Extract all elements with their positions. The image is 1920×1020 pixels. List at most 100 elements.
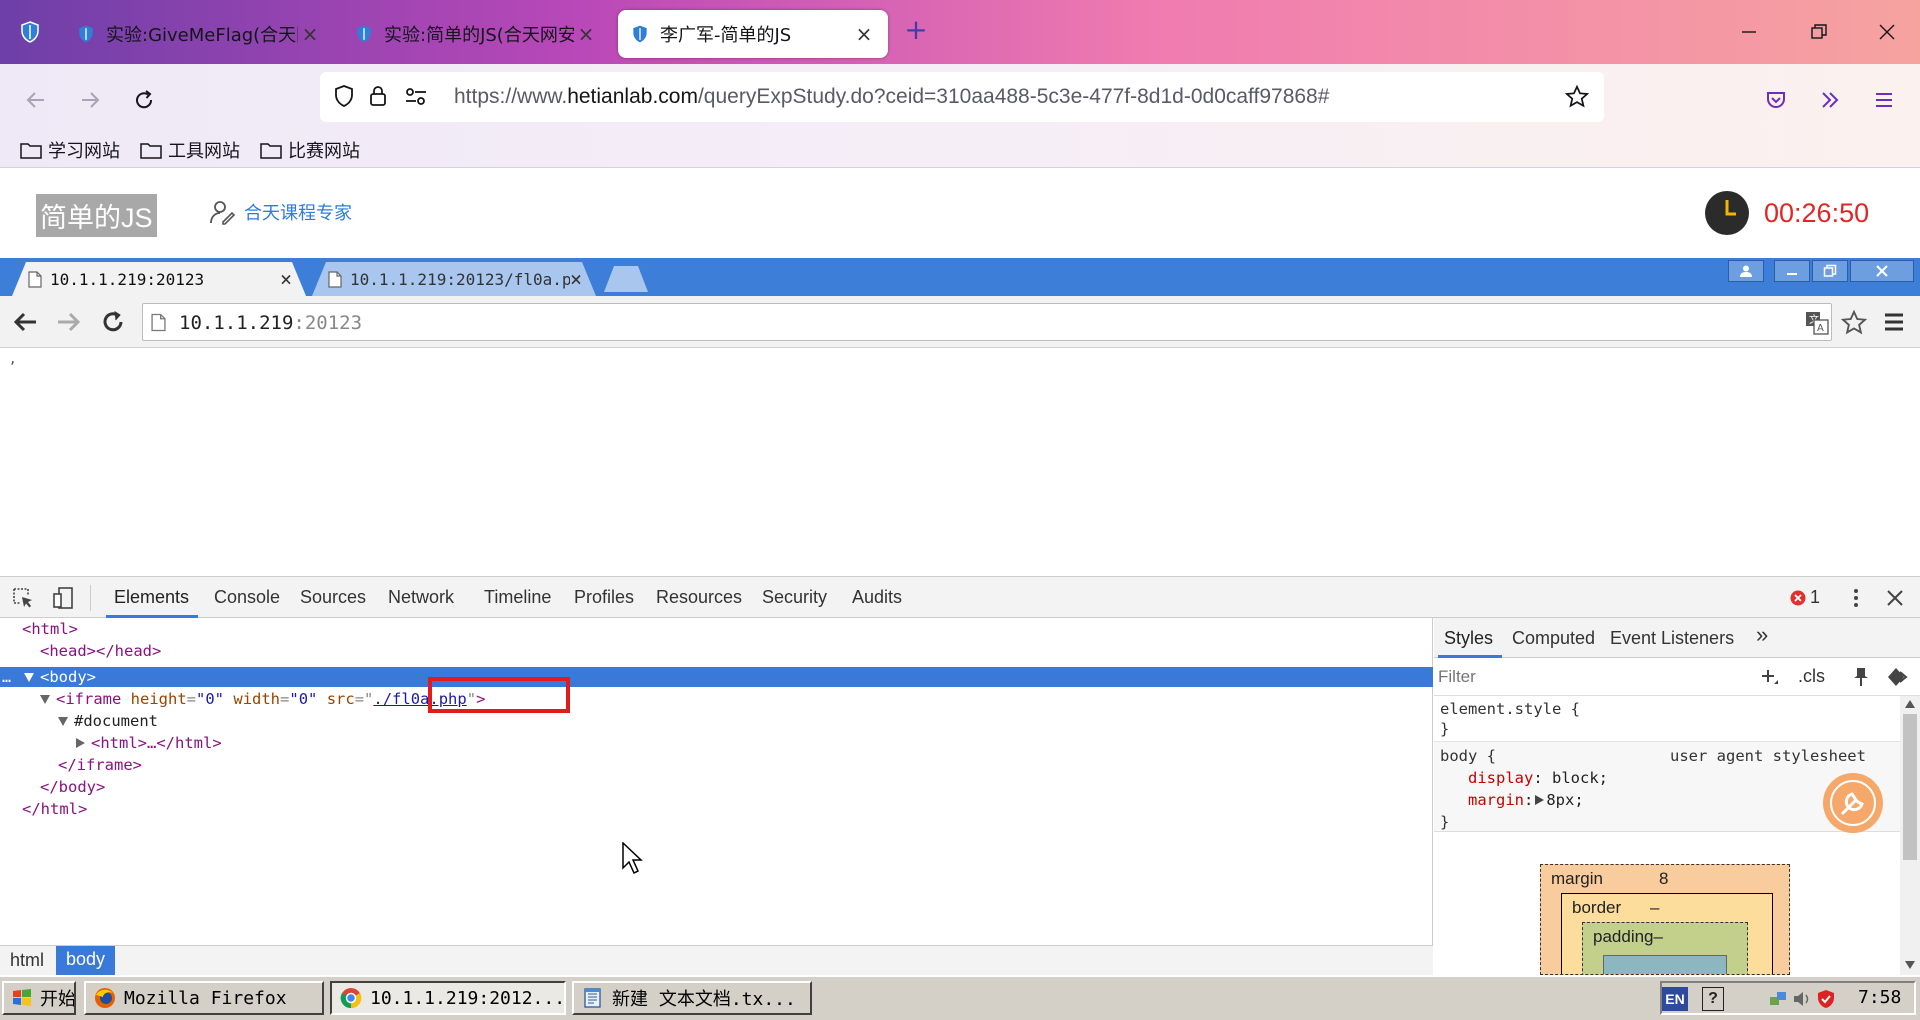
url-bar[interactable]: https://www.hetianlab.com/queryExpStudy.… xyxy=(320,72,1604,122)
breadcrumb-html[interactable]: html xyxy=(10,950,44,971)
pin-icon[interactable] xyxy=(1852,667,1870,687)
style-declaration-margin[interactable]: margin: 8px; xyxy=(1468,789,1584,811)
close-icon[interactable]: × xyxy=(280,267,292,291)
course-expert-link[interactable]: 合天课程专家 xyxy=(208,198,352,226)
dom-node-body-close[interactable]: </body> xyxy=(40,776,105,798)
devtools-tab-audits[interactable]: Audits xyxy=(852,587,902,608)
devtools-tab-timeline[interactable]: Timeline xyxy=(484,587,551,608)
computed-tab[interactable]: Computed xyxy=(1512,628,1595,649)
start-button[interactable]: 开始 xyxy=(2,981,76,1015)
dom-node-head[interactable]: <head></head> xyxy=(40,640,161,662)
back-arrow-icon[interactable] xyxy=(20,84,52,116)
firefox-tab-2[interactable]: 实验:简单的JS(合天网安实验室) × xyxy=(342,10,610,58)
translate-icon[interactable]: 文A xyxy=(1805,311,1829,335)
chrome-reload-icon[interactable] xyxy=(100,309,126,335)
new-tab-button[interactable]: + xyxy=(900,14,932,46)
new-style-rule-icon[interactable] xyxy=(1760,668,1780,688)
chrome-url-text[interactable]: 10.1.1.219:20123 xyxy=(179,312,362,334)
scrollbar-thumb[interactable] xyxy=(1903,714,1917,860)
expand-triangle-icon[interactable] xyxy=(40,695,50,704)
firefox-menu-shield-icon[interactable] xyxy=(18,20,42,44)
breadcrumb-body[interactable]: body xyxy=(56,946,116,975)
firefox-tab-1[interactable]: 实验:GiveMeFlag(合天网安实验 × xyxy=(64,10,334,58)
more-tabs-chevron-icon[interactable]: » xyxy=(1756,622,1768,648)
expand-triangle-icon[interactable] xyxy=(58,717,68,726)
firefox-tab-3-active[interactable]: 李广军-简单的JS × xyxy=(618,10,888,58)
tracking-protection-shield-icon[interactable] xyxy=(332,84,356,108)
dom-node-iframe-close[interactable]: </iframe> xyxy=(58,754,142,776)
bookmark-folder-tools[interactable]: 工具网站 xyxy=(140,135,240,165)
reload-icon[interactable] xyxy=(128,84,160,116)
chrome-bookmark-star-icon[interactable] xyxy=(1840,309,1868,337)
speaker-tray-icon[interactable] xyxy=(1792,989,1812,1009)
box-model-content[interactable] xyxy=(1603,955,1727,974)
chrome-menu-icon[interactable] xyxy=(1882,310,1906,334)
close-window-button[interactable] xyxy=(1862,14,1912,50)
close-icon[interactable]: × xyxy=(852,22,876,46)
style-rule-element[interactable]: element.style { } xyxy=(1434,696,1900,742)
close-icon[interactable]: × xyxy=(570,267,582,291)
language-indicator[interactable]: EN xyxy=(1662,987,1688,1011)
profile-icon[interactable] xyxy=(1728,260,1764,282)
scroll-down-arrow-icon[interactable] xyxy=(1905,961,1915,969)
expand-triangle-icon[interactable] xyxy=(24,673,34,682)
expand-triangle-icon[interactable] xyxy=(1535,795,1545,805)
devtools-tab-console[interactable]: Console xyxy=(214,587,280,608)
devtools-tab-network[interactable]: Network xyxy=(388,587,454,608)
close-devtools-icon[interactable] xyxy=(1886,589,1904,607)
close-icon[interactable]: × xyxy=(574,22,598,46)
taskbar-item-notepad[interactable]: 新建 文本文档.tx... xyxy=(572,981,812,1015)
color-format-icon[interactable] xyxy=(1884,666,1908,688)
dom-node-iframe[interactable]: <iframe height="0" width="0" src="./fl0a… xyxy=(40,688,485,710)
devtools-tab-profiles[interactable]: Profiles xyxy=(574,587,634,608)
dom-node-inner-html[interactable]: <html>…</html> xyxy=(76,732,222,754)
devtools-tab-elements[interactable]: Elements xyxy=(114,587,189,608)
box-model-border[interactable]: border – padding– xyxy=(1561,893,1773,974)
error-counter[interactable]: 1 xyxy=(1790,587,1820,608)
box-model-padding[interactable]: padding– xyxy=(1582,922,1748,974)
chrome-minimize-button[interactable] xyxy=(1774,260,1810,282)
devtools-tab-resources[interactable]: Resources xyxy=(656,587,742,608)
security-tray-icon[interactable] xyxy=(1816,989,1836,1009)
collapse-triangle-icon[interactable] xyxy=(76,738,85,748)
scroll-up-arrow-icon[interactable] xyxy=(1905,700,1915,708)
devtools-tab-sources[interactable]: Sources xyxy=(300,587,366,608)
site-permissions-icon[interactable] xyxy=(404,86,428,108)
forward-arrow-icon[interactable] xyxy=(74,84,106,116)
dom-node-html[interactable]: <html> xyxy=(22,618,78,640)
dom-node-document[interactable]: #document xyxy=(58,710,158,732)
device-mode-icon[interactable] xyxy=(52,587,74,609)
ellipsis-icon[interactable]: … xyxy=(2,667,11,687)
close-icon[interactable]: × xyxy=(298,22,322,46)
chrome-omnibox[interactable]: 10.1.1.219:20123 文A xyxy=(142,303,1832,341)
chrome-new-tab-button[interactable] xyxy=(604,266,648,292)
styles-scrollbar[interactable] xyxy=(1900,696,1920,975)
taskbar-item-firefox[interactable]: Mozilla Firefox xyxy=(84,981,324,1015)
kebab-menu-icon[interactable] xyxy=(1850,587,1862,609)
pocket-icon[interactable] xyxy=(1760,84,1792,116)
chrome-tab-2[interactable]: 10.1.1.219:20123/fl0a.p × xyxy=(312,262,596,296)
box-model-margin[interactable]: margin 8 border – padding– xyxy=(1540,864,1790,975)
hamburger-menu-icon[interactable] xyxy=(1868,84,1900,116)
event-listeners-tab[interactable]: Event Listeners xyxy=(1610,628,1734,649)
devtools-tab-security[interactable]: Security xyxy=(762,587,827,608)
chrome-restore-button[interactable] xyxy=(1812,260,1848,282)
network-tray-icon[interactable] xyxy=(1768,989,1788,1009)
chrome-close-button[interactable] xyxy=(1850,260,1914,282)
bookmark-star-icon[interactable] xyxy=(1564,84,1590,110)
restore-button[interactable] xyxy=(1794,14,1844,50)
dom-node-html-close[interactable]: </html> xyxy=(22,798,87,820)
inspect-element-icon[interactable] xyxy=(12,587,34,609)
extensions-chevron-icon[interactable] xyxy=(1814,84,1846,116)
lock-icon[interactable] xyxy=(366,84,390,108)
styles-tab[interactable]: Styles xyxy=(1444,628,1493,649)
chrome-tab-1-active[interactable]: 10.1.1.219:20123 × xyxy=(12,262,306,296)
class-toggle-button[interactable]: .cls xyxy=(1798,666,1825,687)
chrome-back-arrow-icon[interactable] xyxy=(12,310,38,334)
dom-node-body-selected[interactable]: … <body> xyxy=(0,667,1433,687)
wrench-floating-icon[interactable] xyxy=(1822,772,1884,834)
chrome-forward-arrow-icon[interactable] xyxy=(56,310,82,334)
bookmark-folder-study[interactable]: 学习网站 xyxy=(20,135,120,165)
url-text[interactable]: https://www.hetianlab.com/queryExpStudy.… xyxy=(454,85,1329,109)
taskbar-item-chrome-active[interactable]: 10.1.1.219:2012... xyxy=(330,981,566,1015)
